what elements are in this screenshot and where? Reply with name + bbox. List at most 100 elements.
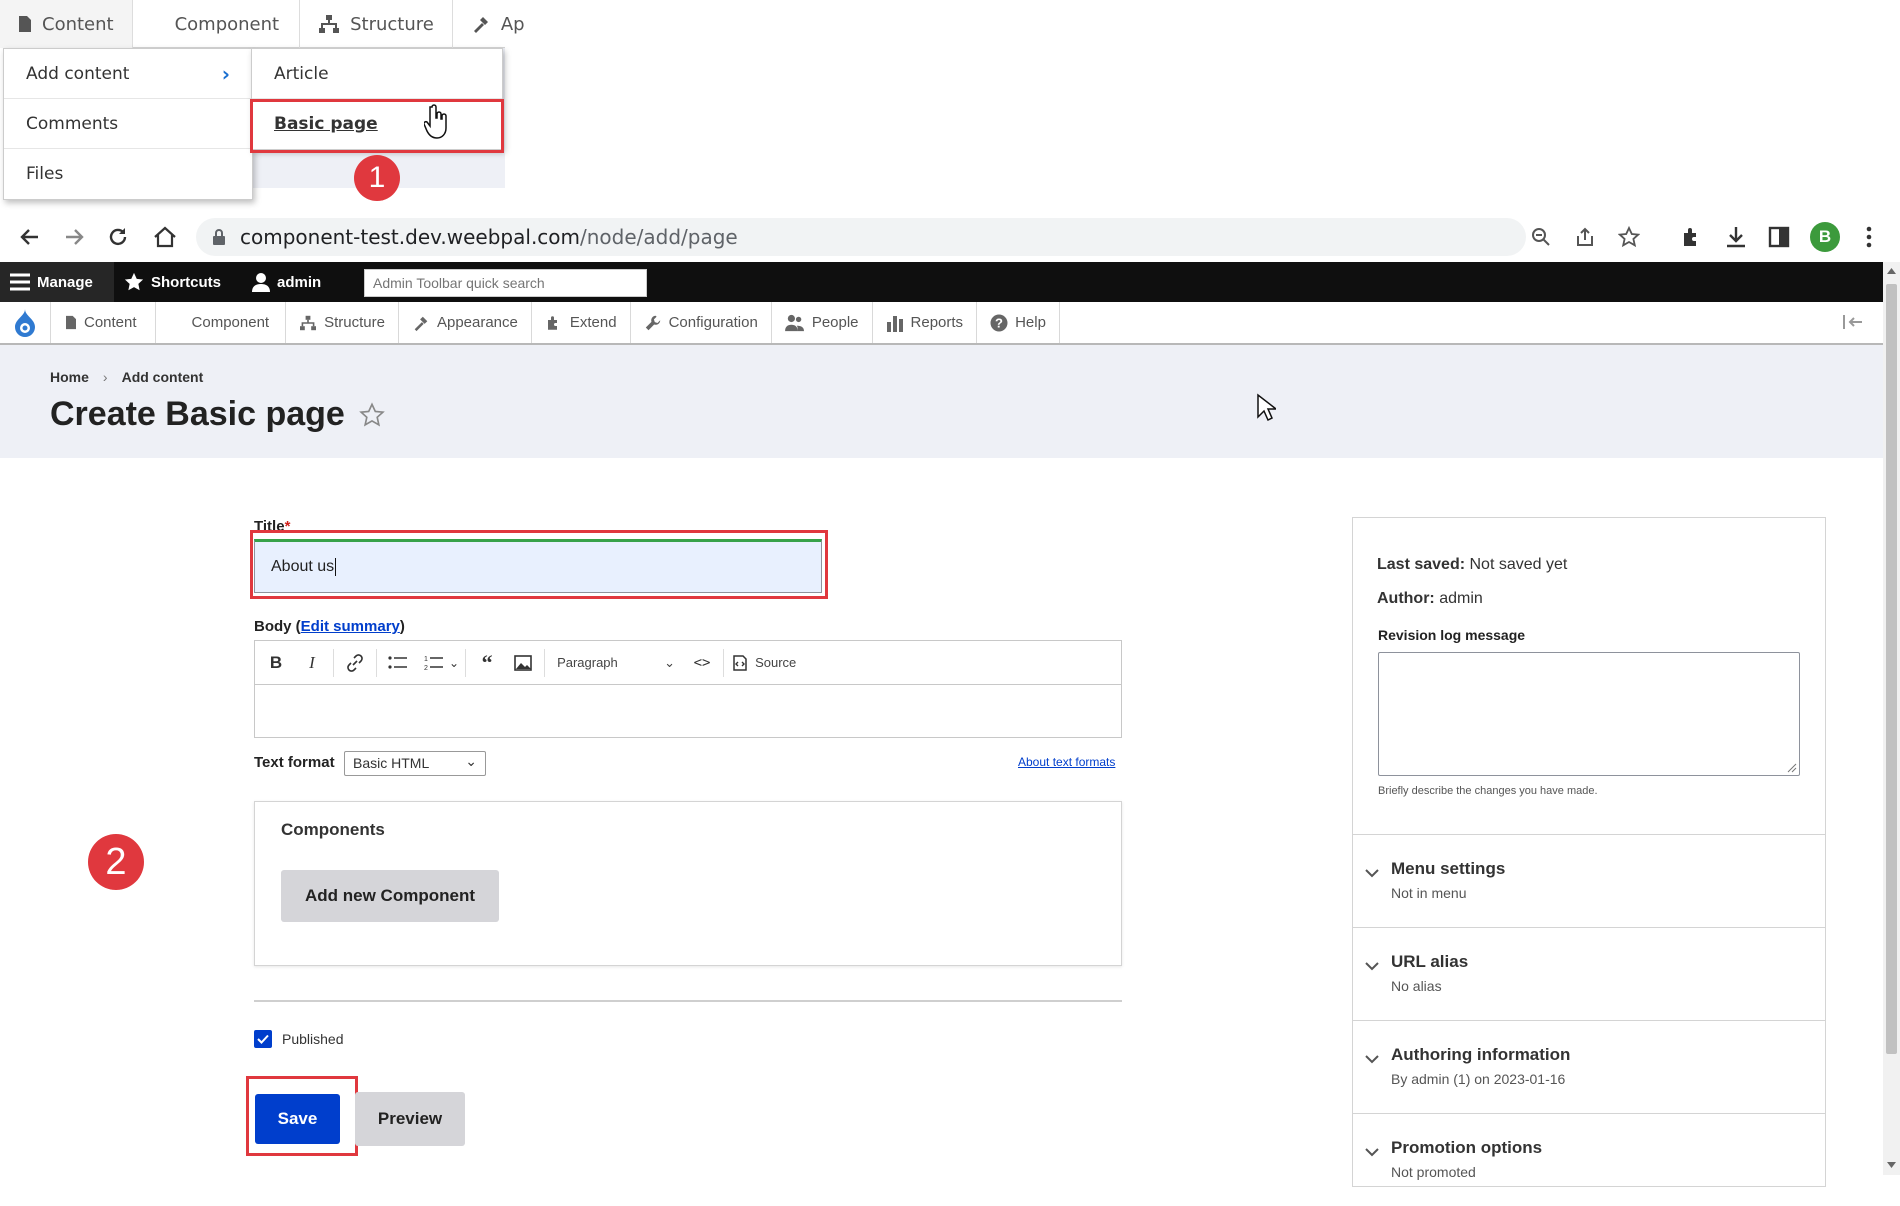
inset-menu-structure[interactable]: Structure [300, 0, 453, 48]
tray-people[interactable]: People [772, 302, 873, 343]
toolbar-divider [333, 648, 334, 677]
zoom-icon[interactable] [1530, 226, 1552, 248]
shortcuts-button[interactable]: Shortcuts [124, 262, 221, 302]
favorite-star-icon[interactable] [358, 401, 385, 428]
resize-handle-icon[interactable] [1787, 763, 1797, 773]
edit-summary-link[interactable]: Edit summary [301, 618, 400, 635]
blockquote-icon[interactable]: “ [472, 648, 502, 678]
menu-item-files[interactable]: Files [4, 149, 252, 199]
scroll-up-icon[interactable] [1887, 268, 1896, 274]
tray-component[interactable]: Component [156, 302, 287, 343]
author: Author: admin [1377, 590, 1483, 607]
puzzle-icon [545, 314, 563, 332]
drupal-logo-icon[interactable] [0, 302, 50, 343]
svg-text:1: 1 [424, 656, 428, 663]
tray-appearance[interactable]: Appearance [399, 302, 532, 343]
accordion-authoring-information[interactable]: Authoring information By admin (1) on 20… [1353, 1020, 1825, 1113]
link-icon[interactable] [340, 648, 370, 678]
italic-icon[interactable]: I [297, 648, 327, 678]
star-icon [124, 272, 144, 292]
bar-chart-icon [886, 314, 904, 332]
menu-item-comments[interactable]: Comments [4, 99, 252, 149]
accordion-url-alias[interactable]: URL alias No alias [1353, 927, 1825, 1020]
components-fieldset: Components Add new Component [254, 801, 1122, 966]
body-label: Body (Edit summary) [254, 618, 405, 635]
brush-icon [412, 314, 430, 332]
numbered-list-icon[interactable]: 12 [419, 648, 449, 678]
tray-structure[interactable]: Structure [286, 302, 399, 343]
breadcrumb-separator: › [102, 369, 108, 385]
save-button[interactable]: Save [255, 1094, 340, 1144]
wrench-icon [644, 314, 662, 332]
title-input[interactable]: About us [254, 539, 822, 593]
people-icon [784, 314, 805, 332]
add-new-component-button[interactable]: Add new Component [281, 870, 499, 922]
page-header: Home › Add content Create Basic page [0, 345, 1883, 458]
hamburger-icon [10, 273, 30, 291]
scrollbar-thumb[interactable] [1886, 284, 1897, 1054]
tray-configuration[interactable]: Configuration [631, 302, 772, 343]
page-scrollbar[interactable] [1883, 262, 1900, 1175]
revision-log-textarea[interactable] [1378, 652, 1800, 776]
chevron-down-icon [1365, 1055, 1379, 1064]
user-button[interactable]: admin [252, 262, 321, 302]
page-title: Create Basic page [50, 395, 385, 434]
published-checkbox[interactable] [254, 1030, 272, 1048]
body-text-area[interactable] [255, 685, 1121, 737]
dropdown-inset: Content Component Structure Ap Add conte… [0, 0, 525, 201]
inset-menu-component[interactable]: Component [133, 0, 301, 48]
address-bar[interactable]: component-test.dev.weebpal.com/node/add/… [196, 218, 1640, 256]
preview-button[interactable]: Preview [355, 1092, 465, 1146]
step-badge-1: 1 [354, 155, 400, 201]
chevron-down-icon[interactable]: ⌄ [449, 656, 459, 670]
tray-content[interactable]: Content [50, 302, 156, 343]
sitemap-icon [318, 14, 340, 34]
code-icon[interactable]: <> [687, 648, 717, 678]
admin-toolbar: Manage Shortcuts admin [0, 262, 1883, 302]
tray-reports[interactable]: Reports [873, 302, 978, 343]
share-icon[interactable] [1574, 226, 1596, 248]
bulleted-list-icon[interactable] [383, 648, 413, 678]
side-panel-icon[interactable] [1768, 226, 1790, 248]
breadcrumb-home[interactable]: Home [50, 369, 89, 385]
editor-toolbar: B I 12 ⌄ “ Paragraph ⌄ <> Source [255, 641, 1121, 685]
inset-menu-appearance[interactable]: Ap [453, 0, 543, 48]
paragraph-format-dropdown[interactable]: Paragraph ⌄ [551, 655, 681, 671]
reload-icon[interactable] [106, 225, 130, 249]
text-format-select[interactable]: Basic HTML ⌄ [344, 751, 486, 776]
source-icon [730, 653, 750, 673]
scroll-down-icon[interactable] [1887, 1162, 1896, 1168]
source-button[interactable]: Source [730, 653, 796, 673]
published-label: Published [282, 1031, 344, 1047]
tray-extend[interactable]: Extend [532, 302, 631, 343]
last-saved: Last saved: Not saved yet [1377, 556, 1568, 573]
accordion-promotion-options[interactable]: Promotion options Not promoted [1353, 1113, 1825, 1206]
chevron-down-icon [1365, 1148, 1379, 1157]
download-icon[interactable] [1724, 224, 1748, 250]
forward-icon[interactable] [62, 225, 86, 249]
about-text-formats-link[interactable]: About text formats [1018, 755, 1115, 769]
profile-avatar[interactable]: B [1810, 222, 1840, 252]
image-icon[interactable] [508, 648, 538, 678]
toolbar-search-input[interactable] [364, 269, 647, 297]
collapse-tray-icon[interactable] [1842, 314, 1864, 330]
kebab-menu-icon[interactable] [1866, 225, 1872, 249]
home-icon[interactable] [152, 224, 178, 250]
components-title: Components [281, 820, 385, 839]
help-icon: ? [990, 314, 1008, 332]
menu-item-article[interactable]: Article [252, 49, 502, 99]
menu-item-add-content[interactable]: Add content › [4, 49, 252, 99]
manage-button[interactable]: Manage [0, 262, 114, 302]
inset-menu-content[interactable]: Content [0, 0, 133, 48]
breadcrumb-add-content[interactable]: Add content [122, 369, 204, 385]
accordion-menu-settings[interactable]: Menu settings Not in menu [1353, 834, 1825, 927]
bold-icon[interactable]: B [261, 648, 291, 678]
bookmark-star-icon[interactable] [1618, 226, 1640, 248]
divider [254, 1000, 1122, 1002]
body-editor: B I 12 ⌄ “ Paragraph ⌄ <> Source [254, 640, 1122, 738]
back-icon[interactable] [18, 225, 42, 249]
chevron-right-icon: › [221, 61, 230, 86]
extensions-icon[interactable] [1680, 225, 1704, 249]
tray-help[interactable]: ? Help [977, 302, 1060, 343]
toolbar-divider [465, 648, 467, 677]
